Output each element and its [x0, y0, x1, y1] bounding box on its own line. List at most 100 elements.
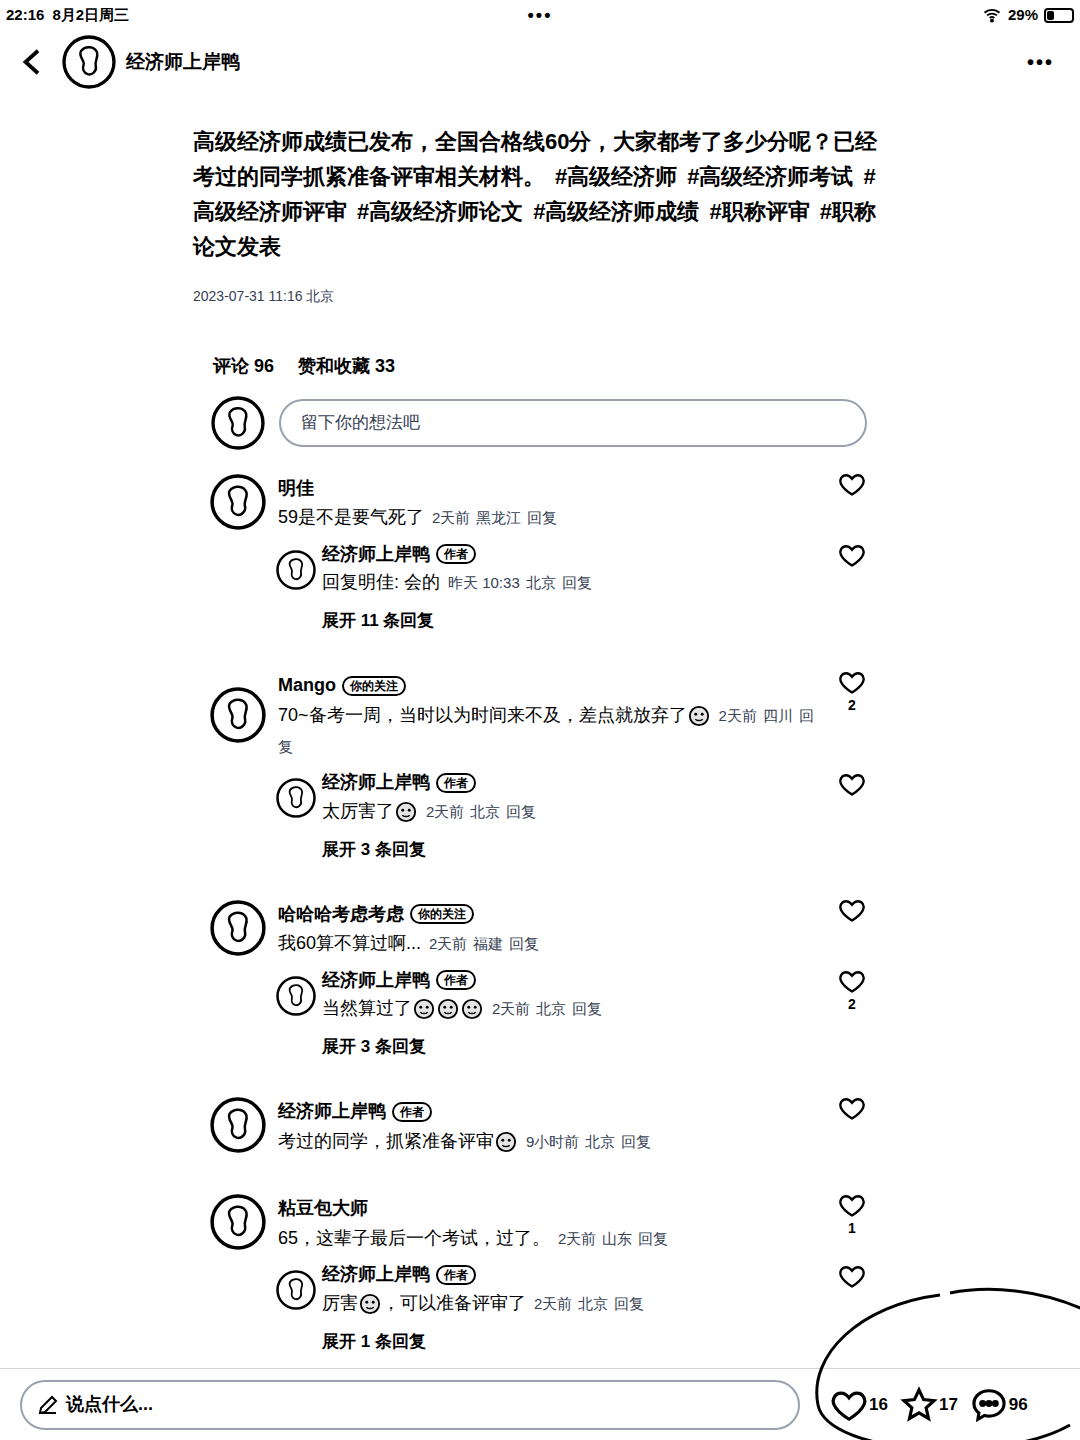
- status-center: •••: [366, 2, 714, 29]
- avatar-icon[interactable]: [62, 35, 116, 89]
- expand-replies[interactable]: 展开 3 条回复: [322, 837, 870, 863]
- comment-segment: 59是不是要气死了: [278, 507, 424, 527]
- reply-button[interactable]: 回复: [527, 509, 557, 526]
- comment-segment: 太厉害了: [322, 801, 394, 821]
- user-avatar-icon[interactable]: [210, 470, 266, 533]
- reply-button[interactable]: 回复: [506, 803, 536, 820]
- more-button[interactable]: •••: [1027, 47, 1062, 77]
- post-tag[interactable]: #职称评审: [710, 199, 810, 224]
- action-count: 96: [1009, 1392, 1028, 1418]
- emoji-icon: [461, 998, 483, 1020]
- expand-replies[interactable]: 展开 11 条回复: [322, 608, 870, 634]
- user-avatar-icon[interactable]: [276, 1262, 316, 1319]
- post-tag[interactable]: #高级经济师论文: [357, 199, 523, 224]
- comment-location: 山东: [602, 1230, 632, 1247]
- reply-button[interactable]: 回复: [572, 1000, 602, 1017]
- my-avatar-icon: [211, 396, 265, 450]
- reply-row: 经济师上岸鸭作者太厉害了2天前北京回复: [210, 770, 870, 827]
- reply-button[interactable]: 回复: [614, 1295, 644, 1312]
- reply-button[interactable]: 回复: [621, 1133, 651, 1150]
- post-tag[interactable]: #高级经济师: [555, 164, 677, 189]
- stats-label[interactable]: 评论 96: [213, 353, 274, 380]
- user-avatar-icon[interactable]: [210, 1094, 266, 1157]
- heart-icon[interactable]: [838, 896, 866, 924]
- say-input[interactable]: 说点什么...: [20, 1380, 800, 1430]
- heart-icon[interactable]: [838, 1262, 866, 1290]
- action-count: 16: [869, 1392, 888, 1418]
- user-name[interactable]: 经济师上岸鸭: [322, 769, 430, 796]
- comment-segment: 考过的同学，抓紧准备评审: [278, 1131, 494, 1151]
- heart-icon[interactable]: [838, 1094, 866, 1122]
- like-column: [834, 1262, 870, 1319]
- emoji-icon: [437, 998, 459, 1020]
- reply-body: 经济师上岸鸭作者太厉害了2天前北京回复: [322, 770, 828, 827]
- expand-replies[interactable]: 展开 1 条回复: [322, 1329, 870, 1355]
- stats-label[interactable]: 赞和收藏 33: [298, 353, 395, 380]
- user-name[interactable]: 经济师上岸鸭: [322, 1261, 430, 1288]
- user-name[interactable]: 经济师上岸鸭: [278, 1098, 386, 1125]
- post-tag[interactable]: #高级经济师成绩: [533, 199, 699, 224]
- back-icon[interactable]: [18, 45, 48, 79]
- user-name[interactable]: 经济师上岸鸭: [322, 967, 430, 994]
- action-likes[interactable]: 16: [830, 1386, 888, 1424]
- reply-button[interactable]: 回复: [562, 574, 592, 591]
- user-avatar-icon[interactable]: [276, 770, 316, 827]
- pencil-icon: [36, 1393, 60, 1417]
- comment-time: 2天前: [719, 707, 757, 724]
- user-badge: 作者: [436, 773, 476, 793]
- comment-segment: ，可以准备评审了: [382, 1293, 526, 1313]
- user-avatar-icon[interactable]: [210, 668, 266, 762]
- like-column: [834, 770, 870, 827]
- like-column: 2: [834, 668, 870, 762]
- heart-icon[interactable]: [838, 668, 866, 696]
- comment: 明佳59是不是要气死了2天前黑龙江回复经济师上岸鸭作者回复明佳: 会的昨天 10…: [210, 470, 870, 634]
- comment-segment: 当然算过了: [322, 998, 412, 1018]
- comment-segment: 我60算不算过啊...: [278, 933, 421, 953]
- reply-header: 经济师上岸鸭作者: [322, 541, 828, 567]
- comment: Mango你的关注70~备考一周，当时以为时间来不及，差点就放弃了2天前四川回复…: [210, 668, 870, 863]
- user-avatar-icon[interactable]: [210, 1191, 266, 1254]
- comment: 哈哈哈考虑考虑你的关注我60算不算过啊...2天前福建回复经济师上岸鸭作者当然算…: [210, 896, 870, 1060]
- user-badge: 作者: [436, 970, 476, 990]
- star-icon[interactable]: [900, 1386, 938, 1424]
- user-name[interactable]: 哈哈哈考虑考虑: [278, 901, 404, 928]
- reply-button[interactable]: 回复: [509, 935, 539, 952]
- user-avatar-icon[interactable]: [210, 896, 266, 959]
- emoji-icon: [495, 1131, 517, 1153]
- emoji-icon: [688, 705, 710, 727]
- comment-body: 哈哈哈考虑考虑你的关注我60算不算过啊...2天前福建回复: [278, 896, 822, 959]
- heart-icon[interactable]: [838, 470, 866, 498]
- comment-time: 2天前: [492, 1000, 530, 1017]
- action-stars[interactable]: 17: [900, 1386, 958, 1424]
- heart-icon[interactable]: [838, 967, 866, 995]
- multitask-dots[interactable]: •••: [528, 2, 553, 29]
- user-badge: 你的关注: [410, 904, 474, 924]
- user-avatar-icon[interactable]: [276, 541, 316, 598]
- comment-input[interactable]: [279, 399, 867, 447]
- heart-icon[interactable]: [838, 1191, 866, 1219]
- comment-text: 我60算不算过啊...2天前福建回复: [278, 928, 822, 959]
- user-avatar-icon[interactable]: [276, 967, 316, 1024]
- user-name[interactable]: 明佳: [278, 475, 314, 502]
- comment-text: 70~备考一周，当时以为时间来不及，差点就放弃了2天前四川回复: [278, 700, 822, 762]
- emoji-icon: [395, 801, 417, 823]
- user-name[interactable]: 经济师上岸鸭: [322, 541, 430, 568]
- expand-replies[interactable]: 展开 3 条回复: [322, 1034, 870, 1060]
- heart-icon[interactable]: [838, 541, 866, 569]
- heart-icon[interactable]: [838, 770, 866, 798]
- like-column: 1: [834, 1191, 870, 1254]
- user-name[interactable]: 粘豆包大师: [278, 1195, 368, 1222]
- chat-icon[interactable]: [970, 1386, 1008, 1424]
- user-badge: 作者: [392, 1102, 432, 1122]
- author-name[interactable]: 经济师上岸鸭: [126, 48, 240, 77]
- app: 22:168月2日周三•••29% 经济师上岸鸭••• 高级经济师成绩已发布，全…: [0, 0, 1080, 1440]
- header: 经济师上岸鸭 •••: [0, 30, 1080, 94]
- action-comments[interactable]: 96: [970, 1386, 1028, 1424]
- post-tag[interactable]: #高级经济师考试: [687, 164, 853, 189]
- like-count: 1: [848, 1219, 856, 1237]
- reply-row: 经济师上岸鸭作者当然算过了2天前北京回复2: [210, 967, 870, 1024]
- heart-icon[interactable]: [830, 1386, 868, 1424]
- reply-button[interactable]: 回复: [638, 1230, 668, 1247]
- emoji-icon: [413, 998, 435, 1020]
- user-name[interactable]: Mango: [278, 672, 336, 699]
